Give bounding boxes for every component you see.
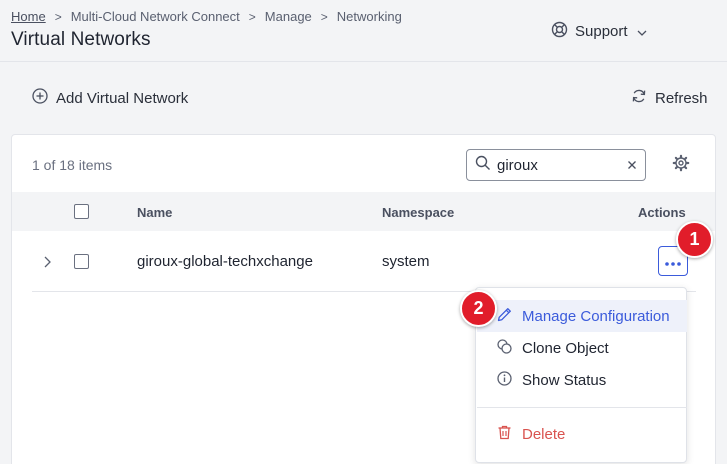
menu-item-clone-object[interactable]: Clone Object: [477, 332, 687, 364]
page-header: Home > Multi-Cloud Network Connect > Man…: [0, 0, 727, 62]
clone-icon: [496, 338, 513, 359]
clear-search-icon[interactable]: [619, 160, 645, 170]
menu-item-manage-configuration[interactable]: Manage Configuration: [477, 300, 687, 332]
support-label: Support: [575, 22, 628, 40]
add-virtual-network-label: Add Virtual Network: [56, 89, 189, 107]
table-header: Name Namespace Actions: [12, 192, 715, 231]
breadcrumb-separator: >: [54, 9, 62, 24]
table-row[interactable]: giroux-global-techxchange system: [32, 231, 696, 292]
search-input[interactable]: giroux: [466, 149, 646, 181]
menu-item-label: Show Status: [522, 371, 607, 389]
menu-item-label: Manage Configuration: [522, 307, 670, 325]
step-badge-2: 2: [460, 290, 497, 327]
search-value: giroux: [497, 156, 538, 174]
gear-icon: [672, 154, 690, 176]
row-name[interactable]: giroux-global-techxchange: [137, 253, 313, 270]
items-count: 1 of 18 items: [32, 157, 113, 173]
chevron-right-icon[interactable]: [44, 255, 51, 272]
menu-item-label: Clone Object: [522, 339, 609, 357]
breadcrumb: Home > Multi-Cloud Network Connect > Man…: [11, 9, 402, 24]
chevron-down-icon: [637, 23, 647, 40]
info-icon: [496, 370, 513, 391]
row-namespace: system: [382, 253, 430, 270]
support-menu-button[interactable]: Support: [551, 20, 647, 42]
breadcrumb-item-manage[interactable]: Manage: [265, 9, 312, 24]
breadcrumb-home-link[interactable]: Home: [11, 9, 46, 24]
breadcrumb-separator: >: [248, 9, 256, 24]
select-all-checkbox[interactable]: [74, 204, 89, 219]
menu-item-show-status[interactable]: Show Status: [477, 364, 687, 396]
refresh-label: Refresh: [655, 89, 708, 107]
menu-item-delete[interactable]: Delete: [477, 418, 687, 450]
column-header-actions: Actions: [638, 205, 686, 220]
refresh-button[interactable]: Refresh: [631, 87, 708, 109]
step-badge-1: 1: [676, 221, 713, 258]
refresh-icon: [631, 88, 647, 108]
row-actions-menu: Manage Configuration Clone Object Show S…: [475, 287, 687, 463]
search-icon: [475, 155, 491, 176]
table-settings-button[interactable]: [672, 154, 690, 177]
breadcrumb-separator: >: [320, 9, 328, 24]
page-title: Virtual Networks: [11, 29, 151, 50]
add-virtual-network-button[interactable]: Add Virtual Network: [32, 87, 188, 109]
plus-circle-icon: [32, 88, 48, 108]
row-checkbox[interactable]: [74, 254, 89, 269]
lifebuoy-icon: [551, 21, 568, 42]
menu-item-label: Delete: [522, 425, 566, 443]
column-header-name[interactable]: Name: [137, 205, 172, 220]
more-horizontal-icon: [665, 253, 681, 270]
column-header-namespace[interactable]: Namespace: [382, 205, 454, 220]
menu-divider: [477, 407, 687, 408]
breadcrumb-item-multi-cloud[interactable]: Multi-Cloud Network Connect: [71, 9, 240, 24]
breadcrumb-item-networking[interactable]: Networking: [337, 9, 402, 24]
trash-icon: [496, 424, 513, 445]
pencil-icon: [496, 306, 513, 327]
